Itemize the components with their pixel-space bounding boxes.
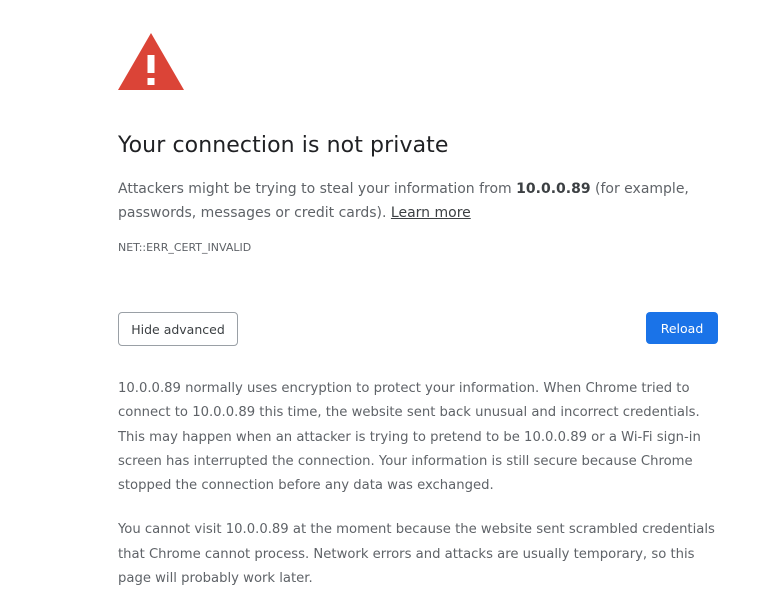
error-code: NET::ERR_CERT_INVALID (118, 241, 252, 254)
reload-button[interactable]: Reload (646, 312, 718, 344)
main-message-prefix: Attackers might be trying to steal your … (118, 181, 517, 197)
page-title: Your connection is not private (118, 133, 449, 158)
warning-triangle-icon (118, 33, 184, 90)
learn-more-link[interactable]: Learn more (391, 205, 471, 221)
main-message: Attackers might be trying to steal your … (118, 177, 708, 225)
details-paragraph-2: You cannot visit 10.0.0.89 at the moment… (118, 522, 715, 587)
advanced-details: 10.0.0.89 normally uses encryption to pr… (118, 377, 718, 611)
hide-advanced-button[interactable]: Hide advanced (118, 312, 238, 346)
details-paragraph-1: 10.0.0.89 normally uses encryption to pr… (118, 381, 701, 494)
host-name: 10.0.0.89 (516, 181, 591, 197)
